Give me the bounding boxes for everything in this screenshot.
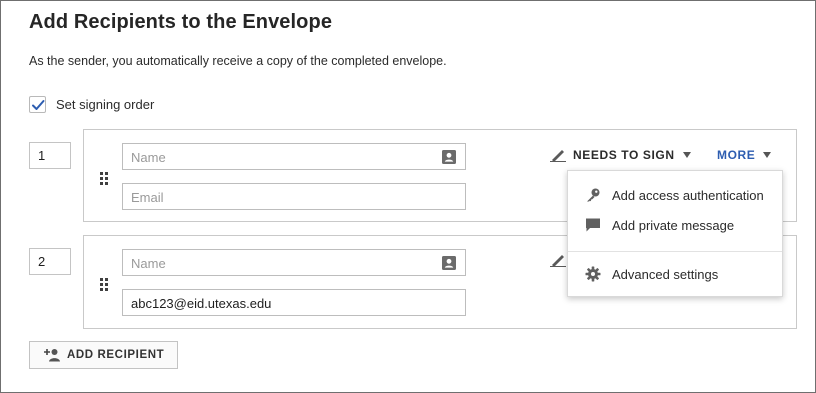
- gear-icon: [584, 265, 602, 283]
- more-options-button[interactable]: MORE: [717, 148, 772, 162]
- chevron-down-icon: [763, 152, 772, 158]
- menu-item-access-authentication[interactable]: Add access authentication: [568, 181, 782, 209]
- recipient-role-dropdown[interactable]: NEEDS TO SIGN: [549, 148, 691, 162]
- signing-order-toggle[interactable]: Set signing order: [29, 96, 154, 113]
- checkmark-icon: [32, 100, 45, 110]
- add-recipient-button[interactable]: ADD RECIPIENT: [29, 341, 178, 369]
- signing-order-label: Set signing order: [56, 97, 155, 112]
- drag-handle-icon[interactable]: [100, 278, 110, 294]
- recipient-name-field[interactable]: Name: [122, 143, 466, 170]
- recipient-order-input[interactable]: 1: [29, 142, 71, 169]
- menu-item-label: Add private message: [612, 217, 735, 233]
- page-title: Add Recipients to the Envelope: [29, 11, 333, 33]
- address-book-icon[interactable]: [441, 255, 457, 271]
- more-label: MORE: [717, 148, 756, 162]
- add-recipient-label: ADD RECIPIENT: [67, 349, 165, 361]
- menu-item-label: Advanced settings: [612, 266, 719, 282]
- page-subtitle: As the sender, you automatically receive…: [29, 54, 447, 68]
- drag-handle-icon[interactable]: [100, 172, 110, 188]
- name-placeholder: Name: [131, 256, 166, 271]
- more-options-menu: Add access authentication Add private me…: [567, 170, 783, 297]
- menu-item-private-message[interactable]: Add private message: [568, 211, 782, 239]
- speech-bubble-icon: [584, 216, 602, 234]
- pen-icon: [550, 150, 566, 162]
- recipient-role-label: NEEDS TO SIGN: [573, 148, 675, 162]
- menu-item-label: Add access authentication: [612, 187, 764, 203]
- add-person-icon: [44, 349, 60, 362]
- menu-item-advanced-settings[interactable]: Advanced settings: [568, 260, 782, 288]
- recipient-order-input[interactable]: 2: [29, 248, 71, 275]
- signing-order-checkbox[interactable]: [29, 96, 46, 113]
- pen-icon[interactable]: [549, 253, 567, 267]
- recipient-name-field[interactable]: Name: [122, 249, 466, 276]
- key-icon: [584, 186, 602, 204]
- recipient-email-field[interactable]: abc123@eid.utexas.edu: [122, 289, 466, 316]
- chevron-down-icon: [682, 152, 691, 158]
- recipient-email-field[interactable]: Email: [122, 183, 466, 210]
- email-value: abc123@eid.utexas.edu: [131, 296, 272, 311]
- menu-divider: [568, 251, 782, 252]
- address-book-icon[interactable]: [441, 149, 457, 165]
- name-placeholder: Name: [131, 150, 166, 165]
- email-placeholder: Email: [131, 190, 164, 205]
